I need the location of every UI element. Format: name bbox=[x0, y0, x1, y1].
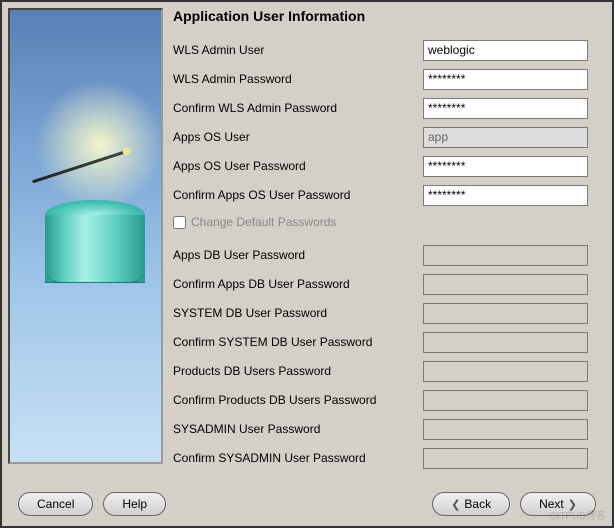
sysadmin-pw2-label: Confirm SYSADMIN User Password bbox=[173, 451, 423, 465]
apps-db-pw-input bbox=[423, 245, 588, 266]
apps-os-user-input bbox=[423, 127, 588, 148]
apps-os-pw-input[interactable] bbox=[423, 156, 588, 177]
change-passwords-checkbox[interactable] bbox=[173, 216, 186, 229]
page-title: Application User Information bbox=[173, 8, 596, 24]
products-db-pw-input bbox=[423, 361, 588, 382]
help-button[interactable]: Help bbox=[103, 492, 166, 516]
system-db-pw2-input bbox=[423, 332, 588, 353]
products-db-pw2-label: Confirm Products DB Users Password bbox=[173, 393, 423, 407]
change-passwords-row: Change Default Passwords bbox=[173, 215, 596, 229]
products-db-pw2-input bbox=[423, 390, 588, 411]
apps-db-pw2-input bbox=[423, 274, 588, 295]
change-passwords-label: Change Default Passwords bbox=[191, 215, 336, 229]
apps-db-pw2-label: Confirm Apps DB User Password bbox=[173, 277, 423, 291]
back-label: Back bbox=[464, 497, 491, 511]
wizard-window: Application User Information WLS Admin U… bbox=[0, 0, 614, 528]
system-db-pw2-label: Confirm SYSTEM DB User Password bbox=[173, 335, 423, 349]
apps-os-pw2-label: Confirm Apps OS User Password bbox=[173, 188, 423, 202]
apps-db-pw-label: Apps DB User Password bbox=[173, 248, 423, 262]
system-db-pw-input bbox=[423, 303, 588, 324]
sysadmin-pw-input bbox=[423, 419, 588, 440]
sysadmin-pw2-input bbox=[423, 448, 588, 469]
form-panel: Application User Information WLS Admin U… bbox=[163, 8, 606, 466]
wls-admin-pw2-label: Confirm WLS Admin Password bbox=[173, 101, 423, 115]
back-button[interactable]: ❮ Back bbox=[432, 492, 510, 516]
wls-admin-pw-input[interactable] bbox=[423, 69, 588, 90]
content-area: Application User Information WLS Admin U… bbox=[2, 2, 612, 472]
wls-admin-user-input[interactable] bbox=[423, 40, 588, 61]
wls-admin-pw-label: WLS Admin Password bbox=[173, 72, 423, 86]
apps-os-pw-label: Apps OS User Password bbox=[173, 159, 423, 173]
wls-admin-user-label: WLS Admin User bbox=[173, 43, 423, 57]
apps-os-user-label: Apps OS User bbox=[173, 130, 423, 144]
chevron-left-icon: ❮ bbox=[451, 498, 460, 511]
system-db-pw-label: SYSTEM DB User Password bbox=[173, 306, 423, 320]
database-icon bbox=[45, 200, 145, 283]
glow-effect bbox=[35, 80, 163, 210]
products-db-pw-label: Products DB Users Password bbox=[173, 364, 423, 378]
cancel-button[interactable]: Cancel bbox=[18, 492, 93, 516]
apps-os-pw2-input[interactable] bbox=[423, 185, 588, 206]
wls-admin-pw2-input[interactable] bbox=[423, 98, 588, 119]
footer-bar: Cancel Help ❮Back Next❯ bbox=[2, 492, 612, 516]
sidebar-graphic bbox=[8, 8, 163, 464]
watermark-text: ©ITPUB博客 bbox=[549, 507, 606, 522]
sysadmin-pw-label: SYSADMIN User Password bbox=[173, 422, 423, 436]
